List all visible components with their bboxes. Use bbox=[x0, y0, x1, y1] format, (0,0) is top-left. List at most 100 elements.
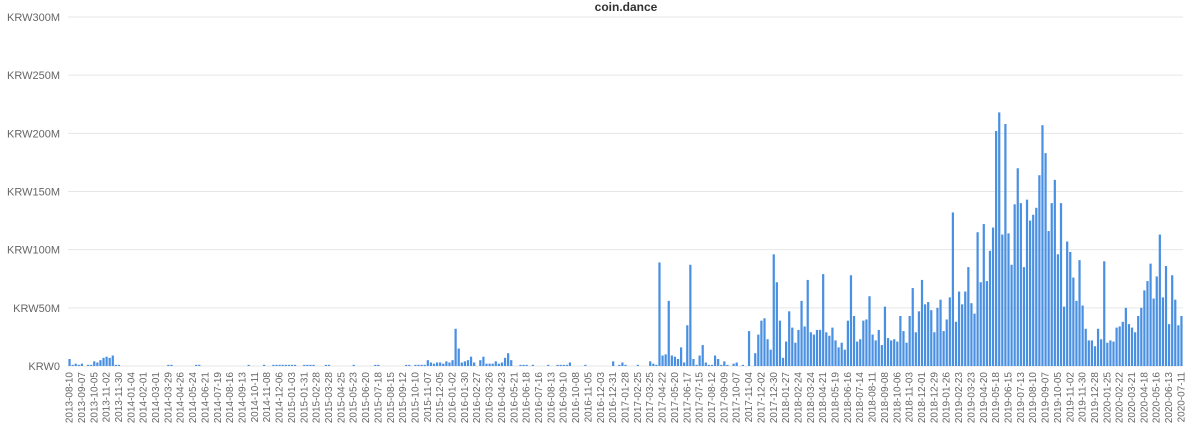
bar bbox=[704, 362, 707, 366]
bar bbox=[1010, 264, 1013, 366]
bar bbox=[99, 360, 102, 366]
bar bbox=[1164, 265, 1168, 366]
bar bbox=[741, 364, 744, 366]
x-tick-label: 2014-04-26 bbox=[176, 372, 187, 424]
x-tick-label: 2020-07-11 bbox=[1176, 372, 1187, 423]
bar bbox=[1134, 332, 1137, 366]
bar bbox=[497, 363, 500, 366]
bar bbox=[86, 364, 90, 366]
bar bbox=[831, 327, 834, 366]
bar bbox=[584, 364, 587, 366]
bar bbox=[1171, 275, 1174, 366]
x-tick-label: 2016-12-31 bbox=[608, 372, 619, 424]
x-tick-label: 2016-08-13 bbox=[546, 372, 557, 424]
x-tick-label: 2016-09-10 bbox=[559, 372, 570, 424]
bar bbox=[324, 364, 328, 366]
bar bbox=[717, 359, 720, 366]
bar bbox=[794, 342, 797, 366]
x-tick-label: 2014-10-11 bbox=[250, 372, 261, 423]
bar bbox=[1127, 324, 1131, 366]
bar bbox=[874, 340, 877, 366]
bar bbox=[812, 334, 816, 366]
x-tick-label: 2018-11-03 bbox=[905, 372, 916, 423]
x-tick-label: 2016-06-18 bbox=[522, 372, 533, 424]
bar bbox=[93, 361, 96, 366]
bar bbox=[1025, 199, 1029, 366]
bar bbox=[1019, 203, 1022, 366]
bar bbox=[374, 364, 377, 366]
bar bbox=[849, 275, 853, 366]
x-tick-label: 2018-05-19 bbox=[831, 372, 842, 424]
x-tick-label: 2015-10-10 bbox=[410, 372, 421, 424]
bar-chart: KRW0 KRW50M KRW100M KRW150M KRW200M KRW250M KR… bbox=[7, 12, 1187, 424]
x-tick-label: 2017-04-22 bbox=[658, 372, 669, 424]
x-tick-label: 2017-12-02 bbox=[756, 372, 767, 424]
y-axis-ticks: KRW0 KRW50M KRW100M KRW150M KRW200M KRW250M KR… bbox=[7, 12, 60, 373]
bar bbox=[772, 254, 775, 366]
bar bbox=[800, 300, 803, 366]
bar bbox=[352, 364, 355, 366]
bar bbox=[658, 262, 661, 366]
bar bbox=[1062, 306, 1066, 366]
bar bbox=[275, 364, 278, 366]
bar bbox=[263, 364, 266, 366]
bar bbox=[720, 364, 723, 366]
bar bbox=[1069, 251, 1072, 366]
bar bbox=[695, 364, 698, 366]
bar bbox=[760, 320, 763, 366]
x-tick-label: 2018-08-11 bbox=[868, 372, 879, 423]
x-tick-label: 2015-03-28 bbox=[324, 372, 335, 424]
x-tick-label: 2018-12-01 bbox=[917, 372, 928, 424]
bar bbox=[290, 364, 294, 366]
bar bbox=[673, 356, 677, 366]
x-tick-label: 2016-05-21 bbox=[509, 372, 520, 424]
x-tick-label: 2016-02-27 bbox=[472, 372, 483, 424]
bar bbox=[754, 353, 757, 366]
bar bbox=[723, 361, 726, 366]
x-tick-label: 2019-01-26 bbox=[942, 372, 953, 424]
bar bbox=[1161, 297, 1165, 366]
bar bbox=[1022, 267, 1026, 366]
x-tick-label: 2014-09-13 bbox=[238, 372, 249, 424]
bar bbox=[1137, 315, 1140, 366]
x-tick-label: 2015-11-07 bbox=[423, 372, 434, 423]
x-tick-label: 2015-04-25 bbox=[336, 372, 347, 424]
bar bbox=[111, 355, 114, 366]
bar bbox=[488, 363, 491, 366]
bar bbox=[933, 332, 936, 366]
bar bbox=[692, 359, 695, 366]
bar bbox=[735, 362, 738, 366]
bar bbox=[408, 364, 411, 366]
bar bbox=[1130, 327, 1134, 366]
bar bbox=[766, 339, 769, 366]
bar bbox=[920, 279, 924, 366]
bar bbox=[893, 339, 896, 366]
bar bbox=[1124, 307, 1127, 366]
bar bbox=[547, 364, 550, 366]
x-tick-label: 2017-09-09 bbox=[719, 372, 730, 424]
bar bbox=[652, 363, 655, 366]
bar bbox=[825, 332, 828, 366]
bar bbox=[936, 307, 939, 366]
bar bbox=[732, 363, 735, 366]
bar bbox=[1013, 204, 1016, 366]
bar bbox=[982, 224, 985, 366]
bar bbox=[510, 360, 513, 366]
x-tick-label: 2014-12-06 bbox=[275, 372, 286, 424]
bar bbox=[466, 360, 470, 366]
x-tick-label: 2016-03-26 bbox=[485, 372, 496, 424]
x-tick-label: 2014-06-21 bbox=[200, 372, 211, 424]
bar bbox=[902, 331, 905, 366]
bar bbox=[683, 362, 686, 366]
bar bbox=[803, 326, 806, 366]
bar bbox=[618, 364, 621, 366]
x-tick-label: 2017-07-15 bbox=[695, 372, 706, 424]
x-tick-label: 2019-05-18 bbox=[991, 372, 1002, 424]
x-tick-label: 2015-01-03 bbox=[287, 372, 298, 424]
bar bbox=[670, 355, 673, 366]
bar bbox=[1035, 207, 1038, 366]
bar bbox=[1087, 340, 1090, 366]
x-tick-label: 2019-10-05 bbox=[1053, 372, 1064, 424]
y-tick-label: KRW200M bbox=[7, 128, 60, 140]
x-tick-label: 2014-01-04 bbox=[126, 372, 137, 424]
